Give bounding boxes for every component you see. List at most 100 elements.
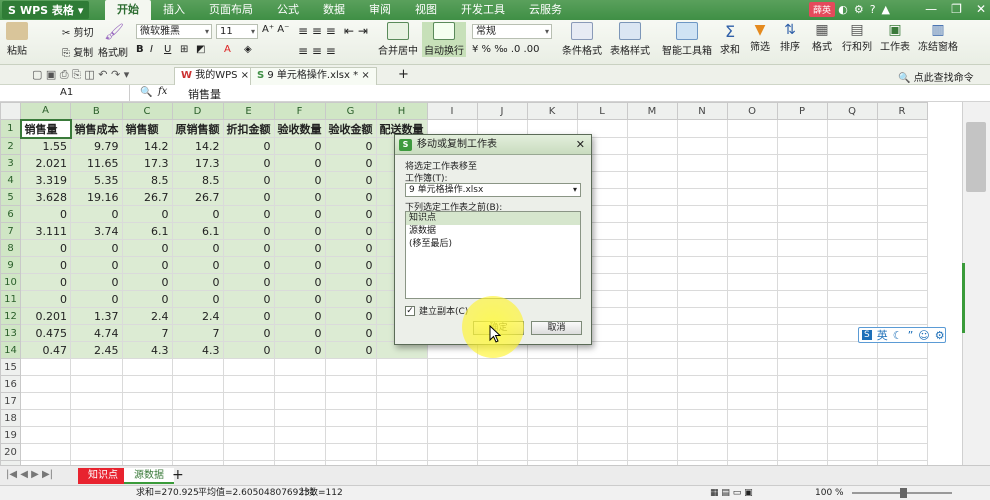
close-icon[interactable]: ✕ xyxy=(976,2,986,16)
cell[interactable] xyxy=(626,324,678,342)
cell[interactable] xyxy=(876,239,928,257)
clear-format-icon[interactable]: ◈ xyxy=(244,44,252,55)
cell[interactable] xyxy=(526,426,578,444)
smart-toolbox-button[interactable]: 智能工具箱 xyxy=(662,22,712,57)
view-mode-icons[interactable]: ▦ ▤ ▭ ▣ xyxy=(710,486,753,500)
cell[interactable] xyxy=(876,154,928,172)
cell[interactable]: 0 xyxy=(20,273,71,291)
cell[interactable] xyxy=(222,375,275,393)
cell[interactable] xyxy=(324,443,377,461)
add-sheet-icon[interactable]: + xyxy=(172,467,184,483)
cell[interactable] xyxy=(576,392,628,410)
format-painter-button[interactable]: 格式刷 xyxy=(98,44,128,59)
cell[interactable] xyxy=(826,409,878,427)
col-header[interactable]: L xyxy=(576,102,628,120)
menu-data[interactable]: 数据 xyxy=(311,0,357,20)
cell[interactable] xyxy=(375,409,428,427)
cell[interactable] xyxy=(20,443,71,461)
cell[interactable] xyxy=(576,426,628,444)
cell[interactable] xyxy=(726,119,778,138)
cell[interactable]: 0 xyxy=(324,154,377,172)
cell[interactable]: 0.475 xyxy=(20,324,71,342)
cell[interactable]: 折扣金额 xyxy=(222,119,275,138)
cell[interactable] xyxy=(526,358,578,376)
cell[interactable]: 7 xyxy=(121,324,173,342)
cell[interactable] xyxy=(876,222,928,240)
cell[interactable]: 0 xyxy=(70,256,123,274)
cell[interactable]: 0 xyxy=(222,307,275,325)
cell[interactable]: 26.7 xyxy=(171,188,224,206)
cell[interactable]: 26.7 xyxy=(121,188,173,206)
cell[interactable] xyxy=(70,426,123,444)
col-header[interactable]: Q xyxy=(826,102,878,120)
close-icon[interactable]: ✕ xyxy=(576,135,585,155)
cell[interactable] xyxy=(626,290,678,308)
cell[interactable]: 0 xyxy=(324,341,377,359)
cell[interactable] xyxy=(676,256,728,274)
cell[interactable] xyxy=(876,375,928,393)
sheet-list[interactable]: 知识点 源数据 (移至最后) xyxy=(405,211,581,299)
cell[interactable]: 验收金额 xyxy=(324,119,377,138)
cell[interactable] xyxy=(826,222,878,240)
cell[interactable]: 0 xyxy=(171,290,224,308)
cell[interactable] xyxy=(776,256,828,274)
sheet-tab-source[interactable]: 源数据 xyxy=(124,468,174,484)
new-tab-icon[interactable]: + xyxy=(398,67,409,82)
cell[interactable] xyxy=(324,358,377,376)
row-header[interactable]: 8 xyxy=(0,239,21,257)
cell[interactable]: 0 xyxy=(324,256,377,274)
cell[interactable] xyxy=(776,137,828,155)
cell[interactable]: 4.3 xyxy=(171,341,224,359)
font-name-select[interactable]: 微软雅黑 ▾ xyxy=(136,24,212,39)
cell[interactable] xyxy=(876,307,928,325)
cell[interactable]: 14.2 xyxy=(121,137,173,155)
cell[interactable] xyxy=(626,443,678,461)
cell[interactable] xyxy=(726,239,778,257)
gear-icon[interactable]: ⚙ xyxy=(935,329,945,342)
cell[interactable]: 2.021 xyxy=(20,154,71,172)
cell[interactable] xyxy=(576,358,628,376)
cell[interactable]: 0 xyxy=(273,188,326,206)
cell[interactable] xyxy=(826,137,878,155)
cell[interactable] xyxy=(776,171,828,189)
cell[interactable] xyxy=(626,154,678,172)
cell[interactable] xyxy=(876,119,928,138)
cell[interactable] xyxy=(576,443,628,461)
col-header[interactable]: E xyxy=(222,102,275,120)
cell[interactable] xyxy=(776,222,828,240)
cell[interactable] xyxy=(222,392,275,410)
cell[interactable] xyxy=(726,171,778,189)
cell[interactable] xyxy=(171,375,224,393)
cell[interactable] xyxy=(171,409,224,427)
cell[interactable]: 0 xyxy=(273,324,326,342)
italic-icon[interactable]: I xyxy=(150,44,153,55)
cell[interactable] xyxy=(626,256,678,274)
cell[interactable] xyxy=(826,307,878,325)
cell[interactable] xyxy=(826,188,878,206)
cell[interactable]: 4.3 xyxy=(121,341,173,359)
sheet-nav-icons[interactable]: |◀ ◀ ▶ ▶| xyxy=(6,469,53,480)
row-col-button[interactable]: ▤ 行和列 xyxy=(842,22,872,53)
cell[interactable] xyxy=(826,358,878,376)
cell[interactable]: 17.3 xyxy=(171,154,224,172)
cell[interactable] xyxy=(726,392,778,410)
cell[interactable] xyxy=(20,426,71,444)
cell[interactable] xyxy=(171,443,224,461)
cell[interactable] xyxy=(476,392,528,410)
search-formula-icon[interactable]: 🔍 xyxy=(140,87,152,98)
cell[interactable] xyxy=(676,119,728,138)
col-header[interactable]: F xyxy=(273,102,326,120)
cell[interactable]: 0 xyxy=(121,273,173,291)
cell[interactable] xyxy=(626,358,678,376)
row-header[interactable]: 16 xyxy=(0,375,21,393)
cell[interactable] xyxy=(826,205,878,223)
cell[interactable] xyxy=(324,426,377,444)
cell[interactable]: 0 xyxy=(324,307,377,325)
cell[interactable] xyxy=(676,392,728,410)
cell[interactable] xyxy=(776,239,828,257)
checkbox-checked-icon[interactable]: ✓ xyxy=(405,305,415,316)
cell[interactable] xyxy=(20,375,71,393)
cell[interactable] xyxy=(626,188,678,206)
cell[interactable] xyxy=(626,222,678,240)
col-header[interactable]: H xyxy=(375,102,428,120)
